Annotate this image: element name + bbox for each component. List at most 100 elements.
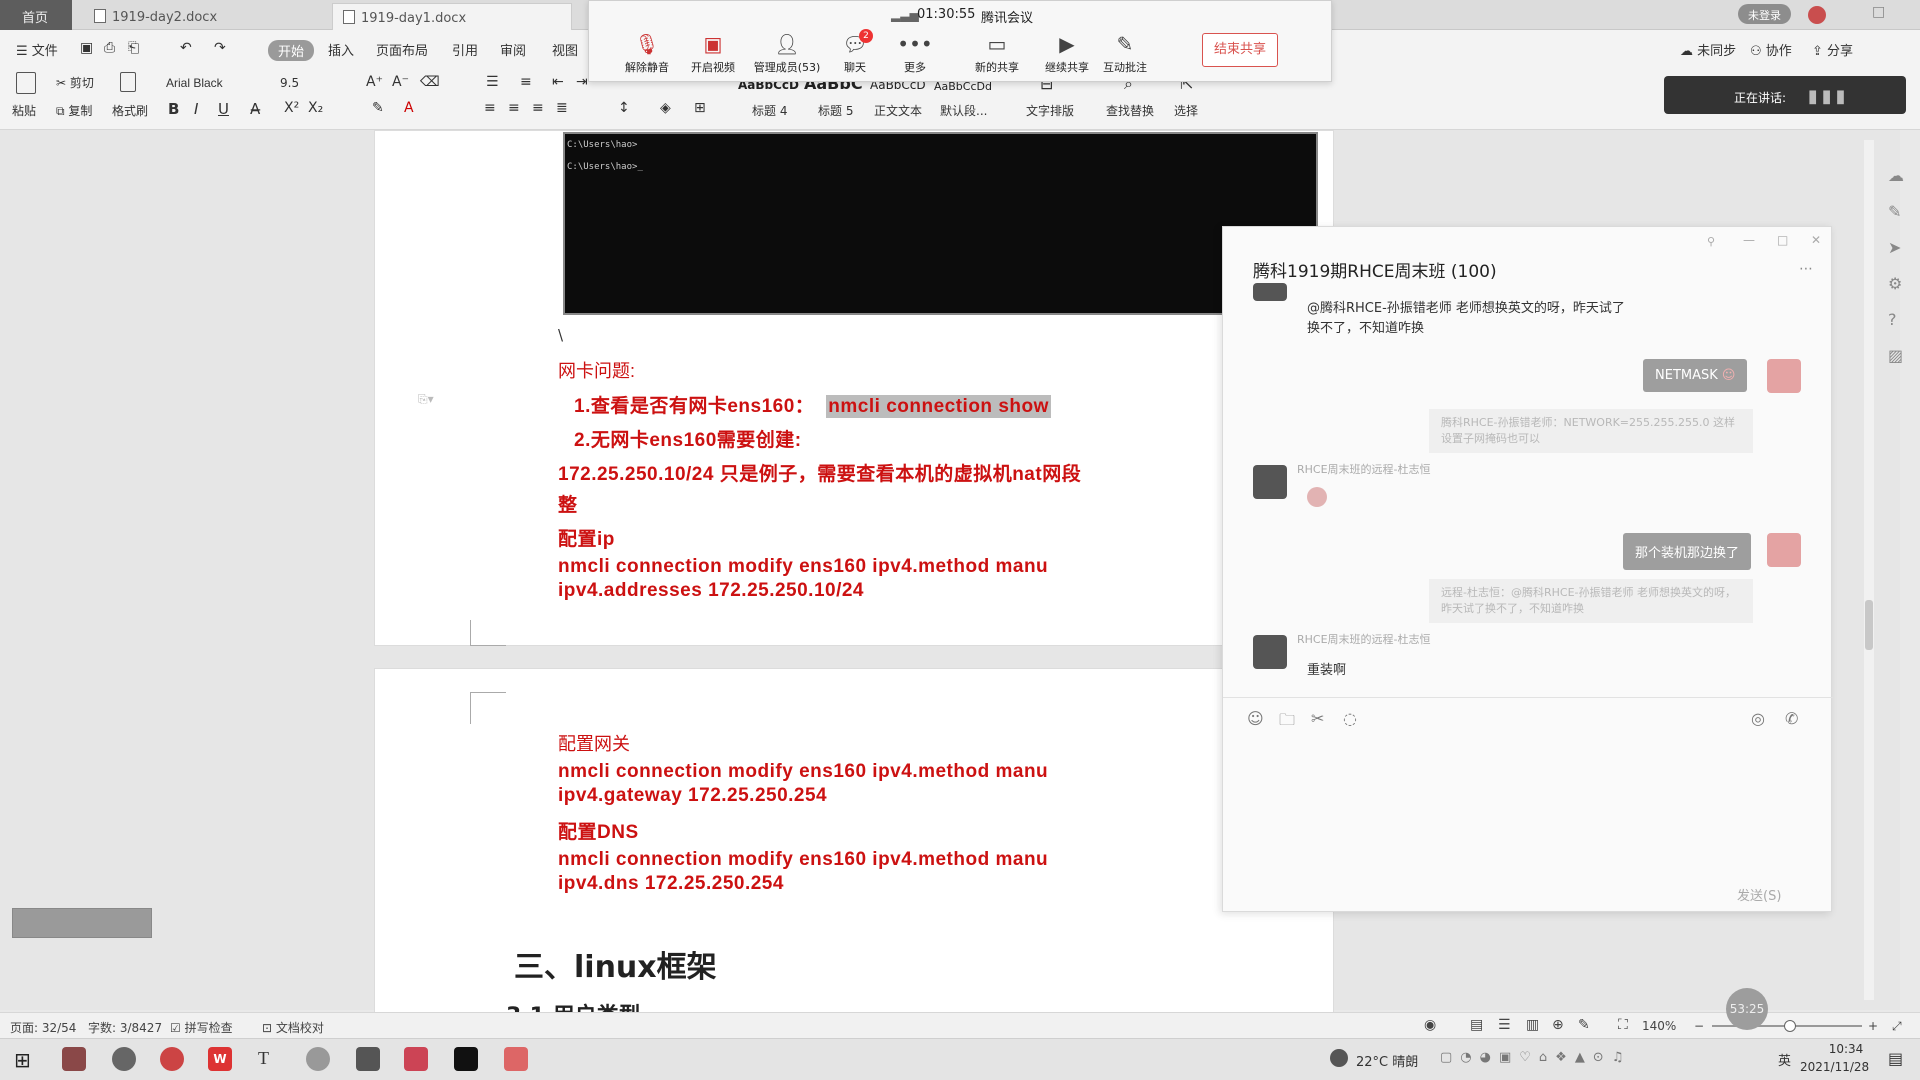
avatar[interactable] xyxy=(1808,6,1826,24)
app-icon-4[interactable] xyxy=(404,1047,428,1071)
spell-check-toggle[interactable]: ☑ 拼写检查 xyxy=(170,1019,233,1036)
folder-icon[interactable]: 🗀︎ xyxy=(1279,709,1295,736)
export-icon[interactable]: ⎙ xyxy=(104,40,115,56)
highlight-icon[interactable]: ✎ xyxy=(372,100,384,116)
start-video-button[interactable]: ▣ 开启视频 xyxy=(681,33,745,75)
send-button[interactable]: 发送(S) xyxy=(1737,885,1781,904)
chat-more-icon[interactable]: ⋯ xyxy=(1799,261,1813,277)
close-icon[interactable]: ✕ xyxy=(1811,233,1821,247)
strikethrough-icon[interactable]: A̶ xyxy=(250,100,260,118)
superscript-icon[interactable]: X² xyxy=(284,100,299,116)
word-count[interactable]: 字数: 3/8427 xyxy=(88,1019,162,1036)
style-heading5-label[interactable]: 标题 5 xyxy=(818,102,853,119)
bold-icon[interactable]: B xyxy=(168,100,179,118)
format-painter-icon[interactable] xyxy=(120,72,136,92)
end-share-button[interactable]: 结束共享 xyxy=(1202,33,1278,67)
menu-insert[interactable]: 插入 xyxy=(328,40,354,59)
paste-label[interactable]: 粘贴 xyxy=(12,102,36,119)
zoom-out-icon[interactable]: − xyxy=(1694,1019,1704,1033)
copy-button[interactable]: ⧉ 复制 xyxy=(56,102,92,119)
ime-indicator[interactable]: 英 xyxy=(1778,1050,1791,1069)
chrome-icon[interactable] xyxy=(160,1047,184,1071)
menu-start[interactable]: 开始 xyxy=(268,40,315,61)
settings-icon[interactable]: ◎ xyxy=(1751,709,1765,728)
border-icon[interactable]: ⊞ xyxy=(694,100,706,116)
fullscreen-icon[interactable]: ⤢ xyxy=(1892,1019,1902,1034)
underline-icon[interactable]: U xyxy=(218,100,229,118)
avatar[interactable] xyxy=(1253,635,1287,669)
cursor-icon[interactable]: ➤ xyxy=(1888,238,1901,257)
minimize-icon[interactable]: — xyxy=(1743,233,1755,247)
maximize-icon[interactable]: □ xyxy=(1777,233,1788,247)
pen-icon[interactable]: ✎ xyxy=(1578,1017,1590,1033)
undo-icon[interactable]: ↶ xyxy=(180,40,192,56)
paste-icon[interactable] xyxy=(16,72,36,94)
new-share-button[interactable]: ▭ 新的共享 xyxy=(965,33,1029,75)
page-count[interactable]: 页面: 32/54 xyxy=(10,1019,76,1036)
align-center-icon[interactable]: ≡ xyxy=(508,100,520,116)
avatar[interactable] xyxy=(1253,465,1287,499)
tab-doc-day2[interactable]: 1919-day2.docx xyxy=(84,3,324,30)
view-web-icon[interactable]: ⊕ xyxy=(1552,1017,1564,1033)
numbered-list-icon[interactable]: ≡ xyxy=(520,74,532,90)
help-icon[interactable]: ? xyxy=(1888,310,1897,329)
window-controls-icon[interactable]: □ xyxy=(1872,4,1885,20)
justify-icon[interactable]: ≣ xyxy=(556,100,568,116)
view-read-icon[interactable]: ▥ xyxy=(1526,1017,1539,1033)
clock-time[interactable]: 10:34 xyxy=(1814,1042,1878,1056)
emoji-icon[interactable]: ☺ xyxy=(1247,709,1264,728)
eye-icon[interactable]: ◉ xyxy=(1424,1017,1436,1033)
align-left-icon[interactable]: ≡ xyxy=(484,100,496,116)
cut-button[interactable]: ✂ 剪切 xyxy=(56,74,94,91)
weather-text[interactable]: 22°C 晴朗 xyxy=(1356,1051,1418,1070)
font-name-select[interactable]: Arial Black xyxy=(166,76,223,90)
indent-icon[interactable]: ⇤ xyxy=(552,74,564,90)
phone-icon[interactable]: ✆ xyxy=(1785,709,1798,728)
menu-layout[interactable]: 页面布局 xyxy=(376,40,428,59)
zoom-level[interactable]: 140% xyxy=(1642,1019,1676,1033)
edit-icon[interactable]: ✎ xyxy=(1888,202,1901,221)
outdent-icon[interactable]: ⇥ xyxy=(576,74,588,90)
style-default-label[interactable]: 默认段... xyxy=(940,102,987,119)
avatar[interactable] xyxy=(1767,533,1801,567)
login-button[interactable]: 未登录 xyxy=(1738,4,1791,24)
bullet-list-icon[interactable]: ☰ xyxy=(486,74,499,90)
annotate-button[interactable]: ✎ 互动批注 xyxy=(1093,33,1157,75)
shading-icon[interactable]: ◈ xyxy=(660,100,671,116)
avatar[interactable] xyxy=(1253,283,1287,301)
message-icon[interactable]: ◌ xyxy=(1343,709,1357,728)
settings-sliders-icon[interactable]: ⚙ xyxy=(1888,274,1902,293)
app-icon-3[interactable] xyxy=(356,1047,380,1071)
notification-icon[interactable]: ▤ xyxy=(1888,1049,1903,1068)
app-icon-1[interactable] xyxy=(62,1047,86,1071)
avatar[interactable] xyxy=(1767,359,1801,393)
text-layout-label[interactable]: 文字排版 xyxy=(1026,102,1074,119)
paragraph-options-icon[interactable]: ⎘▾ xyxy=(418,392,434,407)
zoom-in-icon[interactable]: + xyxy=(1868,1019,1878,1033)
proofread-button[interactable]: ⊡ 文档校对 xyxy=(262,1019,324,1036)
print-icon[interactable]: ⎗ xyxy=(128,40,139,56)
find-replace-label[interactable]: 查找替换 xyxy=(1106,102,1154,119)
shrink-font-icon[interactable]: A⁻ xyxy=(392,74,409,90)
style-heading4-label[interactable]: 标题 4 xyxy=(752,102,787,119)
sync-status[interactable]: ☁ 未同步 xyxy=(1680,40,1736,59)
menu-review[interactable]: 审阅 xyxy=(500,40,526,59)
pin-icon[interactable]: ⚲ xyxy=(1707,235,1715,248)
share-button[interactable]: ⇪ 分享 xyxy=(1812,40,1853,59)
continue-share-button[interactable]: ▶ 继续共享 xyxy=(1035,33,1099,75)
app-icon-5[interactable] xyxy=(504,1047,528,1071)
collab-button[interactable]: ⚇ 协作 xyxy=(1750,40,1792,59)
cloud-icon[interactable]: ☁ xyxy=(1888,166,1904,185)
menu-file[interactable]: ☰ 文件 xyxy=(16,40,58,59)
select-label[interactable]: 选择 xyxy=(1174,102,1198,119)
font-size-select[interactable]: 9.5 xyxy=(280,76,299,90)
line-spacing-icon[interactable]: ↕ xyxy=(618,100,630,116)
floating-widget[interactable] xyxy=(12,908,152,938)
manage-members-button[interactable]: 👤︎ 管理成员(53) xyxy=(747,33,827,75)
italic-icon[interactable]: I xyxy=(194,100,198,118)
wps-icon[interactable]: W xyxy=(208,1047,232,1071)
scrollbar-thumb[interactable] xyxy=(1865,600,1873,650)
vertical-scrollbar[interactable] xyxy=(1864,140,1874,1000)
subscript-icon[interactable]: X₂ xyxy=(308,100,323,116)
typora-icon[interactable]: T xyxy=(258,1048,269,1069)
